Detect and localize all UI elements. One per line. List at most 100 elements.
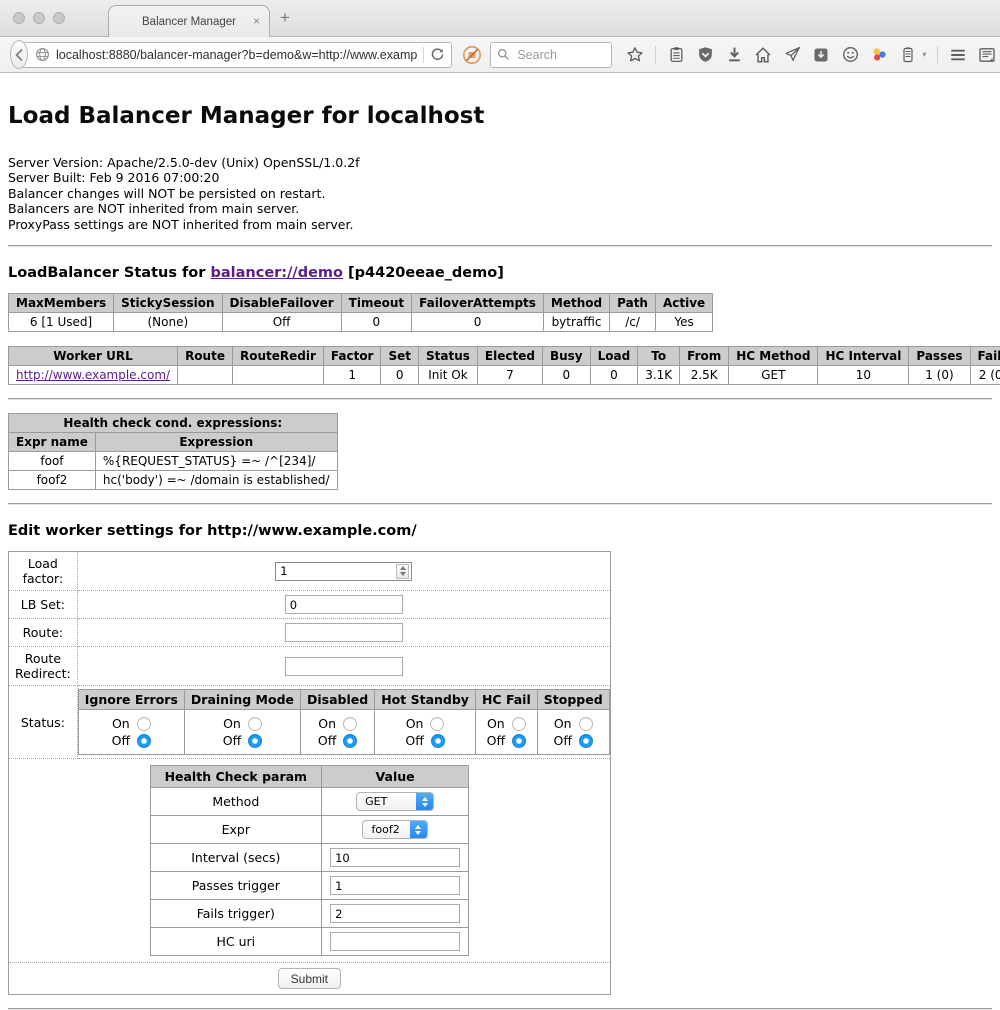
back-button[interactable] bbox=[10, 40, 28, 69]
persist-note-line: Balancer changes will NOT be persisted o… bbox=[8, 186, 992, 201]
minimize-window-button[interactable] bbox=[33, 12, 45, 24]
hc-fails-row: Fails trigger) bbox=[150, 900, 469, 928]
bookmark-star-icon[interactable] bbox=[626, 46, 644, 64]
table-header-row: Ignore Errors Draining Mode Disabled Hot… bbox=[78, 690, 609, 710]
table-header-row: MaxMembers StickySession DisableFailover… bbox=[9, 294, 713, 313]
titlebar: Balancer Manager × + bbox=[0, 0, 1000, 37]
field-label: Load factor: bbox=[9, 552, 78, 591]
expr-table-title: Health check cond. expressions: bbox=[9, 414, 338, 433]
balancer-demo-link[interactable]: balancer://demo bbox=[210, 265, 343, 281]
hc-expr-row: Expr foof2 bbox=[150, 816, 469, 844]
page-title: Load Balancer Manager for localhost bbox=[8, 103, 992, 129]
server-version-line: Server Version: Apache/2.5.0-dev (Unix) … bbox=[8, 155, 992, 170]
bookmarks-grid-icon[interactable] bbox=[978, 46, 996, 64]
hc-interval-input[interactable] bbox=[330, 848, 460, 867]
field-row-route: Route: bbox=[9, 619, 611, 647]
hot-standby-off-radio[interactable] bbox=[431, 734, 445, 748]
draining-mode-on-radio[interactable] bbox=[248, 717, 262, 731]
disabled-radios: On Off bbox=[301, 710, 375, 755]
blocked-content-icon[interactable] bbox=[462, 45, 482, 65]
balancer-status-table: MaxMembers StickySession DisableFailover… bbox=[8, 293, 713, 332]
hc-passes-input[interactable] bbox=[330, 876, 460, 895]
col-disabled: Disabled bbox=[301, 690, 375, 710]
hot-standby-radios: On Off bbox=[375, 710, 476, 755]
shield-icon[interactable] bbox=[696, 46, 714, 64]
ignore-errors-on-radio[interactable] bbox=[137, 717, 151, 731]
table-header-row: Worker URL Route RouteRedir Factor Set S… bbox=[9, 347, 1000, 366]
health-check-param-table: Health Check param Value Method GET bbox=[150, 765, 470, 956]
col-worker-url: Worker URL bbox=[9, 347, 178, 366]
load-factor-input[interactable] bbox=[276, 563, 396, 580]
tab-title: Balancer Manager bbox=[142, 16, 236, 28]
submit-button[interactable]: Submit bbox=[278, 968, 341, 989]
pocket-icon[interactable] bbox=[812, 46, 830, 64]
ignore-errors-off-radio[interactable] bbox=[137, 734, 151, 748]
heading-prefix: LoadBalancer Status for bbox=[8, 265, 210, 281]
stopped-off-radio[interactable] bbox=[579, 734, 593, 748]
divider bbox=[8, 245, 992, 247]
stopped-on-radio[interactable] bbox=[579, 717, 593, 731]
search-input[interactable] bbox=[515, 47, 605, 63]
server-info: Server Version: Apache/2.5.0-dev (Unix) … bbox=[8, 155, 992, 232]
tab-close-icon[interactable]: × bbox=[253, 14, 260, 28]
home-icon[interactable] bbox=[754, 46, 772, 64]
ignore-errors-radios: On Off bbox=[78, 710, 184, 755]
disabled-off-radio[interactable] bbox=[343, 734, 357, 748]
tab-balancer-manager[interactable]: Balancer Manager × bbox=[108, 5, 270, 37]
field-row-route-redirect: Route Redirect: bbox=[9, 647, 611, 686]
battery-extension-icon[interactable] bbox=[899, 46, 917, 64]
load-factor-field bbox=[275, 562, 412, 581]
search-bar[interactable] bbox=[490, 42, 612, 68]
close-window-button[interactable] bbox=[13, 12, 25, 24]
col-ignore-errors: Ignore Errors bbox=[78, 690, 184, 710]
col-stopped: Stopped bbox=[537, 690, 609, 710]
clipboard-icon[interactable] bbox=[667, 46, 685, 64]
worker-url-link[interactable]: http://www.example.com/ bbox=[16, 368, 170, 382]
downloads-icon[interactable] bbox=[725, 46, 743, 64]
zoom-window-button[interactable] bbox=[53, 12, 65, 24]
extension-dropdown-caret[interactable]: ▾ bbox=[922, 50, 926, 59]
table-header-row: Health Check param Value bbox=[150, 766, 469, 788]
disabled-on-radio[interactable] bbox=[343, 717, 357, 731]
select-stepper-icon bbox=[416, 792, 433, 811]
hc-fails-input[interactable] bbox=[330, 904, 460, 923]
expr-row: foof2 hc('body') =~ /domain is establish… bbox=[9, 471, 338, 490]
page-content: Load Balancer Manager for localhost Serv… bbox=[0, 73, 1000, 1010]
expr-row: foof %{REQUEST_STATUS} =~ /^[234]/ bbox=[9, 452, 338, 471]
submit-row: Submit bbox=[9, 963, 611, 995]
toolbar-separator bbox=[655, 46, 656, 64]
toolbar-icons: ▾ bbox=[626, 46, 996, 64]
col-disablefailover: DisableFailover bbox=[222, 294, 341, 313]
server-built-line: Server Built: Feb 9 2016 07:00:20 bbox=[8, 170, 992, 185]
route-redirect-input[interactable] bbox=[285, 657, 403, 676]
new-tab-button[interactable]: + bbox=[280, 8, 290, 28]
col-failoverattempts: FailoverAttempts bbox=[412, 294, 544, 313]
feedback-smiley-icon[interactable] bbox=[841, 46, 859, 64]
health-check-params-row: Health Check param Value Method GET bbox=[9, 759, 611, 963]
window-controls bbox=[13, 12, 65, 24]
hot-standby-on-radio[interactable] bbox=[430, 717, 444, 731]
stopped-radios: On Off bbox=[537, 710, 609, 755]
reload-button[interactable] bbox=[430, 47, 445, 62]
hc-uri-input[interactable] bbox=[330, 932, 460, 951]
edit-worker-heading: Edit worker settings for http://www.exam… bbox=[8, 523, 992, 539]
send-tab-icon[interactable] bbox=[783, 46, 801, 64]
menu-hamburger-icon[interactable] bbox=[949, 46, 967, 64]
field-row-load-factor: Load factor: bbox=[9, 552, 611, 591]
lb-set-input[interactable] bbox=[285, 595, 403, 614]
worker-status-table: Worker URL Route RouteRedir Factor Set S… bbox=[8, 346, 1000, 385]
url-bar[interactable]: localhost:8880/balancer-manager?b=demo&w… bbox=[14, 42, 452, 68]
url-text[interactable]: localhost:8880/balancer-manager?b=demo&w… bbox=[56, 48, 417, 62]
color-dots-extension-icon[interactable] bbox=[870, 46, 888, 64]
draining-mode-off-radio[interactable] bbox=[248, 734, 262, 748]
route-input[interactable] bbox=[285, 623, 403, 642]
hc-fail-on-radio[interactable] bbox=[512, 717, 526, 731]
col-expression: Expression bbox=[95, 433, 337, 452]
hc-fail-off-radio[interactable] bbox=[512, 734, 526, 748]
number-spinner-icon[interactable] bbox=[396, 564, 409, 579]
hc-expr-select[interactable]: foof2 bbox=[362, 820, 427, 839]
hc-method-select[interactable]: GET bbox=[356, 792, 434, 811]
field-label: Route Redirect: bbox=[9, 647, 78, 686]
col-draining-mode: Draining Mode bbox=[184, 690, 300, 710]
hc-uri-row: HC uri bbox=[150, 928, 469, 956]
